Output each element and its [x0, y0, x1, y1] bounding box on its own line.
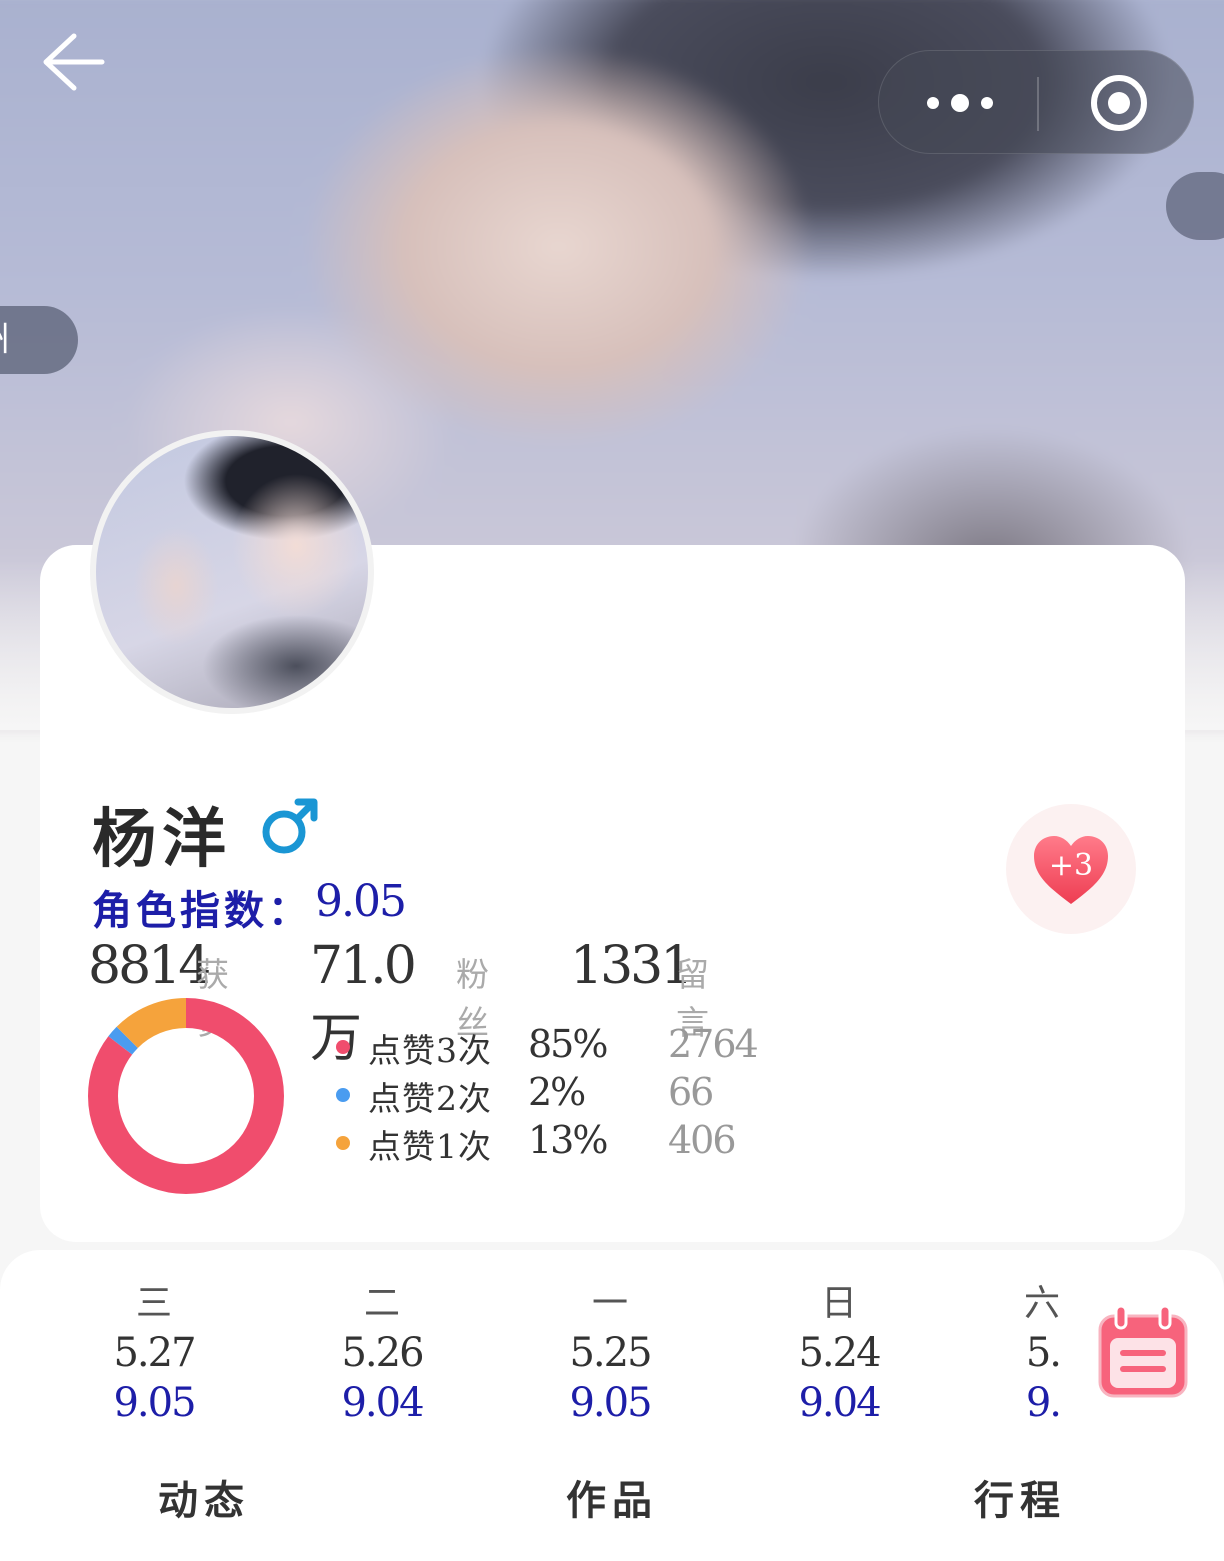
- legend-row-3-likes: 点赞3次 85% 2764: [336, 1020, 759, 1070]
- day-score: 9.: [1025, 1380, 1060, 1426]
- day-weekday: 二: [363, 1283, 400, 1324]
- legend-dot-1-like: [336, 1136, 350, 1150]
- avatar[interactable]: [90, 430, 374, 714]
- legend-count: 406: [668, 1118, 737, 1162]
- legend-count: 2764: [668, 1022, 759, 1066]
- mini-program-capsule: [878, 50, 1194, 154]
- legend-percent: 13%: [528, 1118, 608, 1162]
- like-button[interactable]: +3: [1006, 804, 1136, 934]
- profile-page: 州 杨洋 角色指数： 9.05 8814 获赞 71.0万 粉丝 1331 留言…: [0, 0, 1224, 1561]
- legend-row-2-likes: 点赞2次 2% 66: [336, 1068, 756, 1118]
- role-index-label: 角色指数：: [92, 887, 312, 934]
- day-score: 9.05: [569, 1380, 652, 1426]
- legend-percent: 85%: [528, 1022, 608, 1066]
- day-score-item[interactable]: 二 5.26 9.04: [312, 1280, 452, 1428]
- target-circle-icon[interactable]: [1089, 73, 1149, 133]
- role-index-value: 9.05: [315, 876, 407, 927]
- day-date: 5.: [1025, 1330, 1060, 1376]
- day-score-item[interactable]: 一 5.25 9.05: [540, 1280, 680, 1428]
- bottom-panel: 三 5.27 9.05 二 5.26 9.04 一 5.25 9.05 日 5.…: [0, 1250, 1224, 1561]
- day-weekday: 日: [820, 1283, 857, 1324]
- day-score-item[interactable]: 六 5. 9.: [1000, 1280, 1060, 1428]
- likes-count: 8814: [88, 936, 211, 996]
- calendar-icon[interactable]: [1096, 1302, 1190, 1402]
- legend-count: 66: [668, 1070, 714, 1114]
- day-date: 5.24: [798, 1330, 881, 1376]
- legend-name: 点赞1次: [368, 1127, 492, 1166]
- legend-dot-3-likes: [336, 1040, 350, 1054]
- legend-dot-2-likes: [336, 1088, 350, 1102]
- tab-works[interactable]: 作品: [512, 1468, 712, 1526]
- day-score: 9.05: [113, 1380, 196, 1426]
- tab-feed[interactable]: 动态: [104, 1468, 304, 1526]
- legend-row-1-like: 点赞1次 13% 406: [336, 1116, 756, 1166]
- profile-name: 杨洋: [92, 802, 232, 877]
- day-date: 5.25: [569, 1330, 652, 1376]
- like-button-count: +3: [1048, 848, 1094, 883]
- day-score: 9.04: [798, 1380, 881, 1426]
- legend-percent: 2%: [528, 1070, 586, 1114]
- male-gender-icon: [262, 798, 318, 854]
- legend-name: 点赞3次: [368, 1031, 492, 1070]
- likes-donut-chart: [88, 998, 284, 1194]
- tab-schedule[interactable]: 行程: [920, 1468, 1120, 1526]
- side-tab-left[interactable]: 州: [0, 306, 78, 374]
- day-weekday: 六: [1023, 1283, 1060, 1324]
- day-weekday: 一: [591, 1283, 628, 1324]
- day-date: 5.27: [113, 1330, 196, 1376]
- chart-legend: 点赞3次 85% 2764 点赞2次 2% 66 点赞1次 13% 406: [336, 1020, 759, 1166]
- day-weekday: 三: [135, 1283, 172, 1324]
- capsule-divider: [1037, 77, 1039, 131]
- day-date: 5.26: [341, 1330, 424, 1376]
- more-dots-icon[interactable]: [925, 85, 995, 121]
- comments-count: 1331: [570, 936, 693, 996]
- legend-name: 点赞2次: [368, 1079, 492, 1118]
- arrow-left-icon[interactable]: [36, 30, 108, 94]
- day-score-item[interactable]: 三 5.27 9.05: [84, 1280, 224, 1428]
- day-score: 9.04: [341, 1380, 424, 1426]
- day-score-item[interactable]: 日 5.24 9.04: [769, 1280, 909, 1428]
